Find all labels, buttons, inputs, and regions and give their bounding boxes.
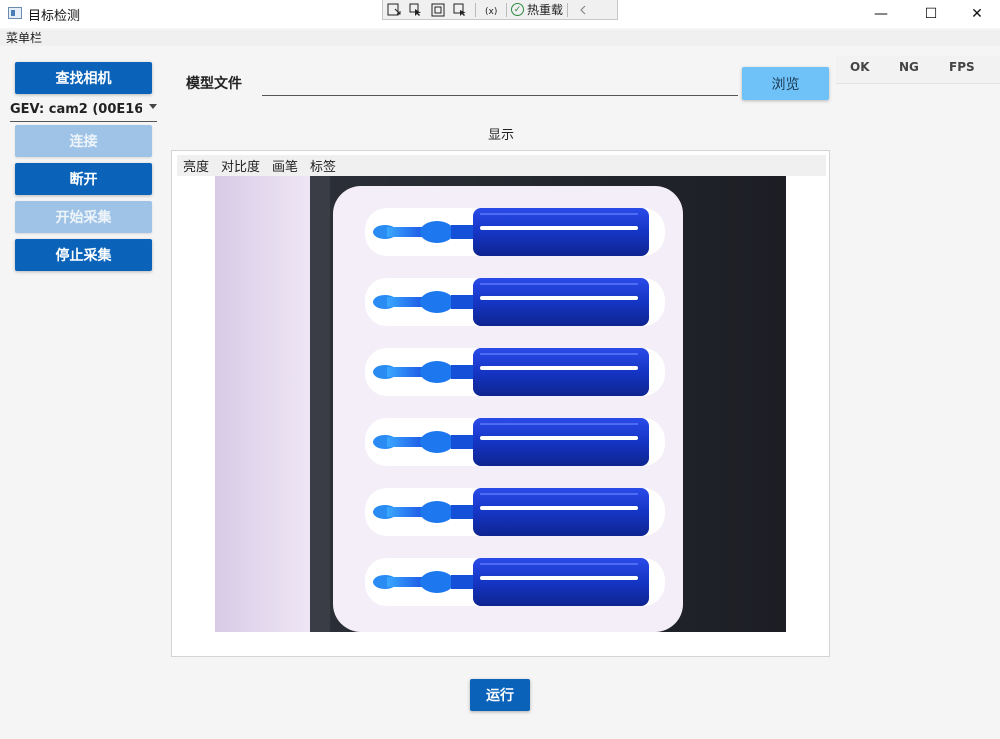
ampoule-neck — [387, 367, 423, 377]
separator — [506, 2, 507, 17]
ampoule-highlight — [480, 576, 638, 580]
debug-toolbar: (x) ✓ 热重载 — [382, 0, 618, 20]
ampoule-body — [473, 278, 649, 326]
find-camera-button[interactable]: 查找相机 — [15, 62, 152, 94]
ampoule-highlight — [480, 226, 638, 230]
ampoule-neck — [387, 297, 423, 307]
separator — [567, 2, 569, 17]
ok-count-label: OK — [850, 60, 870, 74]
stop-capture-button[interactable]: 停止采集 — [15, 239, 152, 271]
ampoule-bulb — [420, 291, 454, 313]
start-capture-button[interactable]: 开始采集 — [15, 201, 152, 233]
fps-label: FPS — [949, 60, 975, 74]
background-left-board — [215, 176, 310, 632]
ampoule-reflection — [480, 213, 638, 215]
close-button[interactable]: ✕ — [954, 0, 1000, 28]
camera-select[interactable]: GEV: cam2 (00E1647 — [10, 98, 157, 122]
ampoule-reflection — [480, 283, 638, 285]
ampoule-body — [473, 348, 649, 396]
ampoule-bulb — [420, 361, 454, 383]
ampoule-shoulder — [451, 365, 475, 379]
tool-label[interactable]: 标签 — [310, 156, 336, 175]
ampoule-highlight — [480, 366, 638, 370]
ampoule-body — [473, 558, 649, 606]
ampoule-neck — [387, 577, 423, 587]
select-element-icon[interactable] — [405, 1, 427, 19]
disconnect-button[interactable]: 断开 — [15, 163, 152, 195]
ampoule-body — [473, 208, 649, 256]
display-layout-adorners-icon[interactable] — [427, 1, 449, 19]
camera-frame-image[interactable] — [215, 176, 786, 632]
ampoule — [365, 348, 665, 396]
connect-button[interactable]: 连接 — [15, 125, 152, 157]
collapse-icon[interactable] — [572, 1, 594, 19]
image-toolbar: 亮度 对比度 画笔 标签 — [177, 155, 826, 176]
ampoule — [365, 418, 665, 466]
tool-brush[interactable]: 画笔 — [272, 156, 298, 175]
ampoule-neck — [387, 437, 423, 447]
run-button[interactable]: 运行 — [470, 679, 530, 711]
ampoule-bulb — [420, 221, 454, 243]
binding-failures-icon[interactable]: (x) — [480, 1, 502, 19]
ampoule-shoulder — [451, 225, 475, 239]
ampoule-body — [473, 488, 649, 536]
menu-bar-label[interactable]: 菜单栏 — [6, 31, 42, 45]
ampoule-bulb — [420, 431, 454, 453]
ampoule — [365, 558, 665, 606]
hot-reload-status-icon: ✓ — [511, 3, 524, 16]
model-file-input[interactable] — [262, 70, 738, 96]
ng-count-label: NG — [899, 60, 919, 74]
track-focus-icon[interactable] — [449, 1, 471, 19]
ampoule-reflection — [480, 353, 638, 355]
ampoule-bulb — [420, 501, 454, 523]
tool-contrast[interactable]: 对比度 — [221, 156, 260, 175]
background-edge — [310, 176, 330, 632]
ampoule-bulb — [420, 571, 454, 593]
ampoule-neck — [387, 227, 423, 237]
chevron-down-icon — [149, 104, 157, 109]
ampoule-body — [473, 418, 649, 466]
stats-panel: OK NG FPS — [836, 56, 1000, 84]
minimize-button[interactable]: — — [858, 0, 904, 28]
ampoule — [365, 278, 665, 326]
live-visual-tree-icon[interactable] — [383, 1, 405, 19]
ampoule-reflection — [480, 563, 638, 565]
window-title: 目标检测 — [28, 9, 81, 24]
ampoule — [365, 488, 665, 536]
separator — [475, 2, 476, 17]
ampoule-reflection — [480, 423, 638, 425]
model-file-label: 模型文件 — [186, 76, 242, 92]
display-panel: 亮度 对比度 画笔 标签 — [171, 150, 830, 657]
ampoule-neck — [387, 507, 423, 517]
ampoule-highlight — [480, 506, 638, 510]
display-title: 显示 — [488, 128, 515, 143]
ampoule-highlight — [480, 436, 638, 440]
maximize-button[interactable]: ☐ — [908, 0, 954, 28]
ampoule-reflection — [480, 493, 638, 495]
ampoule-shoulder — [451, 575, 475, 589]
hot-reload-label: 热重载 — [527, 3, 564, 17]
browse-button[interactable]: 浏览 — [742, 67, 829, 100]
svg-text:(x): (x) — [485, 7, 497, 17]
camera-select-value: GEV: cam2 (00E1647 — [10, 102, 142, 117]
ampoule-shoulder — [451, 435, 475, 449]
app-window-icon — [8, 7, 22, 19]
hot-reload-status[interactable]: ✓ 热重载 — [511, 1, 563, 18]
ampoule-shoulder — [451, 295, 475, 309]
ampoule-highlight — [480, 296, 638, 300]
menu-bar[interactable]: 菜单栏 — [0, 30, 1000, 46]
tool-brightness[interactable]: 亮度 — [183, 156, 209, 175]
ampoule-shoulder — [451, 505, 475, 519]
ampoule — [365, 208, 665, 256]
